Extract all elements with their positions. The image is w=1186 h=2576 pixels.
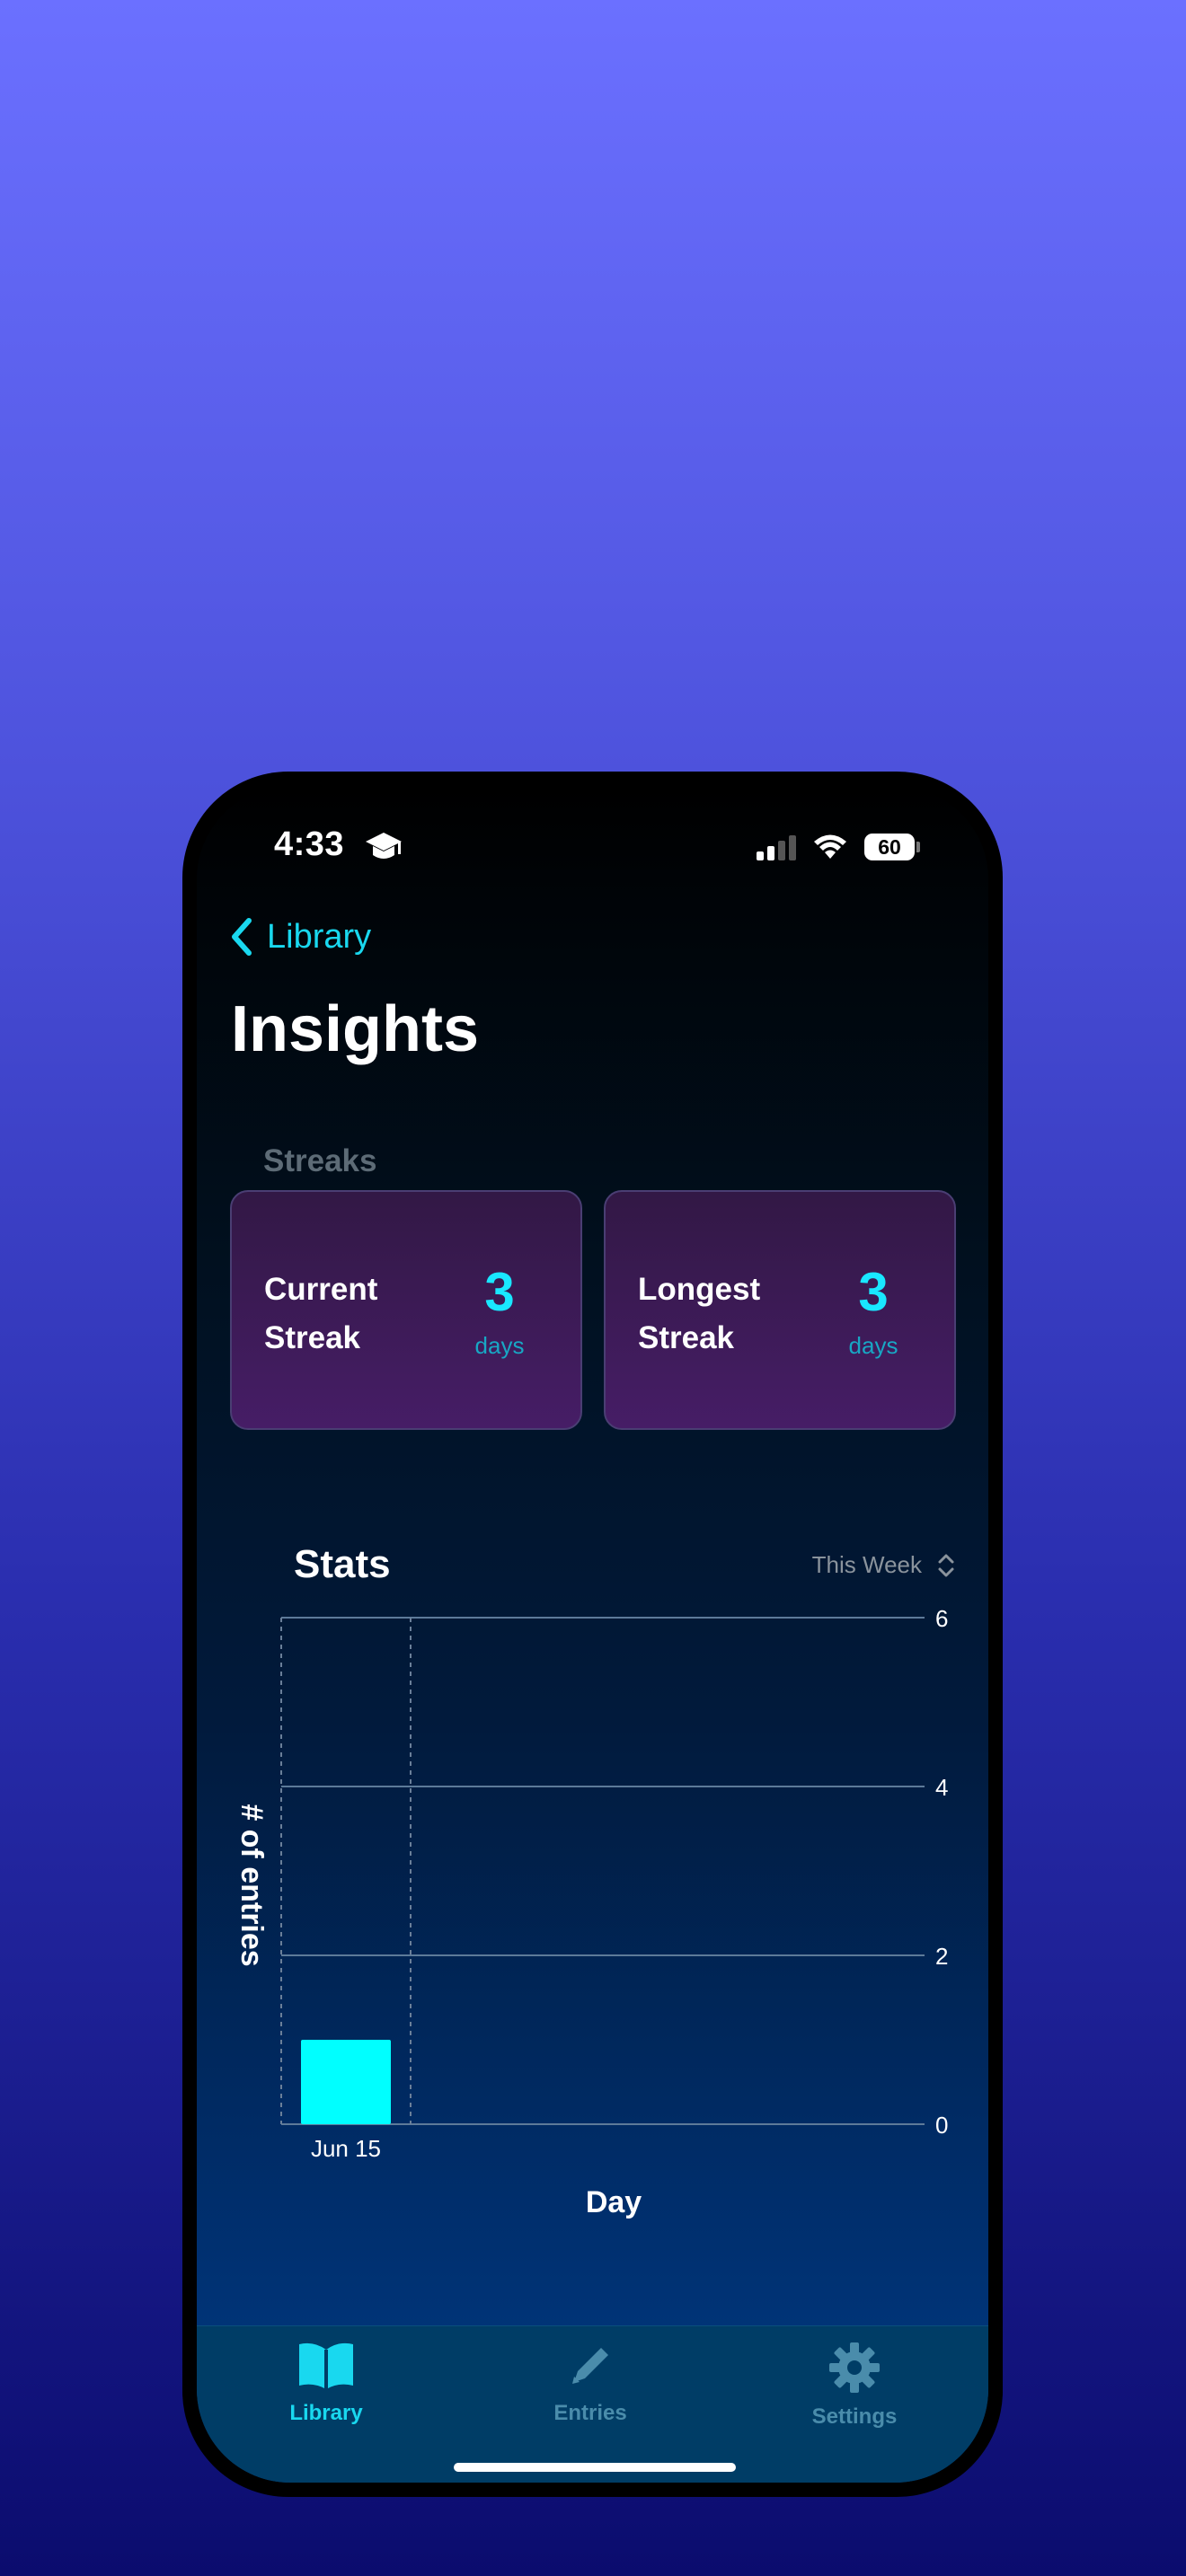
back-button[interactable]: Library [211, 917, 371, 957]
app-screen: 4:33 60 Library Insights Streaks Current… [197, 786, 988, 2483]
entries-chart: 0 2 4 6 Jun 15 # of entries Day [235, 1605, 948, 2219]
battery-level: 60 [878, 834, 901, 859]
book-icon [299, 2342, 353, 2389]
current-streak-value: 3 [484, 1262, 515, 1322]
cellular-signal-icon [757, 835, 796, 860]
phone-frame: 4:33 60 Library Insights Streaks Current… [182, 772, 1003, 2497]
tab-entries[interactable]: Entries [500, 2341, 680, 2426]
y-tick-label: 6 [935, 1605, 948, 1632]
tab-label: Settings [811, 2404, 898, 2429]
chart-x-ticks: Jun 15 [311, 2135, 381, 2162]
chart-y-axis-label: # of entries [235, 1804, 269, 1966]
range-picker[interactable]: This Week [812, 1551, 956, 1579]
y-tick-label: 4 [935, 1774, 948, 1801]
tab-bar: Library Entries Settings [197, 2325, 988, 2483]
longest-streak-card: Longest Streak 3 days [604, 1190, 956, 1430]
tab-settings[interactable]: Settings [765, 2341, 944, 2430]
tab-library[interactable]: Library [236, 2341, 416, 2426]
longest-streak-unit: days [848, 1332, 898, 1359]
range-picker-value: This Week [811, 1551, 922, 1578]
chevron-up-down-icon [938, 1554, 954, 1576]
longest-streak-value: 3 [858, 1262, 889, 1322]
x-tick-label: Jun 15 [311, 2135, 381, 2162]
y-tick-label: 2 [935, 1943, 948, 1970]
tab-label: Library [289, 2401, 363, 2425]
current-streak-card: Current Streak 3 days [230, 1190, 582, 1430]
chevron-left-icon [232, 918, 252, 956]
wifi-icon [814, 834, 846, 859]
back-button-label: Library [267, 917, 372, 956]
tab-label: Entries [553, 2401, 627, 2425]
battery-indicator: 60 [864, 834, 920, 860]
status-icons: 60 [755, 833, 920, 861]
graduation-cap-icon [366, 833, 402, 859]
stats-title: Stats [294, 1542, 391, 1586]
gear-icon [829, 2342, 880, 2393]
current-streak-unit: days [474, 1332, 525, 1359]
status-time: 4:33 [274, 825, 345, 863]
streaks-section-label: Streaks [263, 1143, 377, 1178]
current-streak-label: Current Streak [264, 1272, 378, 1355]
chart-bars [301, 2040, 391, 2124]
chart-y-ticks: 0 2 4 6 [935, 1605, 948, 2139]
page-title: Insights [231, 993, 480, 1065]
chart-x-axis-label: Day [586, 2185, 642, 2219]
pencil-icon [572, 2348, 608, 2384]
y-tick-label: 0 [935, 2112, 948, 2139]
home-indicator[interactable] [454, 2463, 736, 2472]
bar-jun-15 [301, 2040, 391, 2124]
longest-streak-label: Longest Streak [638, 1272, 761, 1355]
